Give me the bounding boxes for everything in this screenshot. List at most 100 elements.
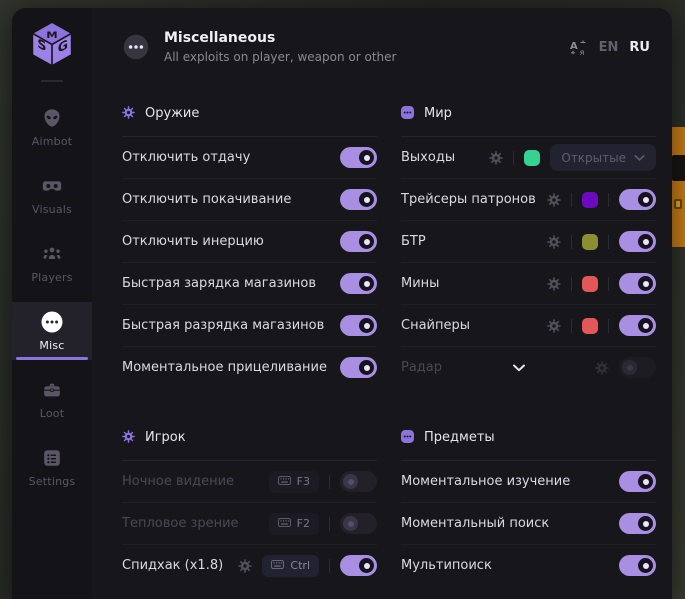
row-controls: [340, 273, 377, 294]
column-left: Оружие Отключить отдачу Отключить покачива…: [122, 88, 377, 599]
control-divider: [571, 235, 572, 249]
alien-icon: [41, 106, 63, 130]
dropdown-select[interactable]: Открытые: [550, 144, 656, 171]
section-world: МирВыходыОткрытыеТрейсеры патроновБТРМин…: [401, 88, 656, 388]
toggle[interactable]: [619, 231, 656, 252]
setting-row: Быстрая зарядка магазинов: [122, 262, 377, 304]
section-weapon: Оружие Отключить отдачу Отключить покачива…: [122, 88, 377, 388]
toggle[interactable]: [619, 357, 656, 378]
toggle[interactable]: [340, 357, 377, 378]
toggle[interactable]: [619, 315, 656, 336]
setting-label: Мультипоиск: [401, 558, 492, 573]
setting-label: Отключить покачивание: [122, 192, 291, 207]
toggle[interactable]: [619, 189, 656, 210]
toggle[interactable]: [340, 231, 377, 252]
toggle-knob: [638, 558, 653, 573]
sidebar-item-misc[interactable]: Misc: [12, 302, 92, 360]
gear-icon[interactable]: [547, 235, 561, 249]
setting-label: Трейсеры патронов: [401, 192, 536, 207]
section-header: Мир: [401, 88, 656, 124]
keyboard-icon: [278, 517, 291, 530]
color-swatch[interactable]: [582, 192, 598, 208]
setting-label: Радар: [401, 360, 442, 375]
color-swatch[interactable]: [524, 150, 540, 166]
control-divider: [571, 193, 572, 207]
background-game-banner: [672, 127, 685, 247]
sidebar-item-aimbot[interactable]: Aimbot: [12, 98, 92, 156]
gear-icon: [122, 428, 135, 447]
background-banner-glyph: [674, 199, 682, 209]
setting-row: Мультипоиск: [401, 544, 656, 586]
gear-icon[interactable]: [238, 559, 252, 573]
toggle[interactable]: [340, 513, 377, 534]
keybind-badge[interactable]: F2: [269, 513, 319, 535]
row-controls: Ctrl: [238, 555, 377, 577]
toggle[interactable]: [619, 471, 656, 492]
toggle-knob: [359, 360, 374, 375]
toggle[interactable]: [619, 273, 656, 294]
cheat-menu-window: M S G AimbotVisualsPlayersMiscLootSettin…: [12, 8, 672, 599]
control-divider: [608, 277, 609, 291]
translate-icon[interactable]: Aя: [569, 39, 588, 56]
toggle[interactable]: [340, 189, 377, 210]
setting-row: Быстрая разрядка магазинов: [122, 304, 377, 346]
control-divider: [571, 277, 572, 291]
setting-row: Моментальное изучение: [401, 461, 656, 502]
setting-row: БТР: [401, 220, 656, 262]
keybind-badge[interactable]: Ctrl: [262, 555, 319, 577]
setting-label: Моментальное изучение: [401, 474, 570, 489]
gear-icon[interactable]: [547, 319, 561, 333]
toggle-knob: [343, 474, 358, 489]
svg-text:я: я: [579, 48, 584, 56]
sidebar-divider: [41, 80, 63, 82]
sidebar-item-settings[interactable]: Settings: [12, 438, 92, 496]
sidebar-item-players[interactable]: Players: [12, 234, 92, 292]
briefcase-icon: [41, 378, 63, 402]
setting-label: Выходы: [401, 150, 455, 165]
setting-row: Отключить отдачу: [122, 137, 377, 178]
section-header: Предметы: [401, 412, 656, 448]
row-controls: [547, 231, 656, 252]
setting-row: Моментальный поиск: [401, 502, 656, 544]
toggle[interactable]: [619, 513, 656, 534]
toggle-knob: [638, 276, 653, 291]
toggle[interactable]: [340, 273, 377, 294]
sidebar-nav: Aimbot Visuals Players Misc Loot Settings: [12, 98, 92, 506]
sidebar-item-loot[interactable]: Loot: [12, 370, 92, 428]
section-title: Мир: [424, 106, 452, 121]
toggle[interactable]: [340, 471, 377, 492]
keybind-badge[interactable]: F3: [269, 471, 319, 493]
toggle-knob: [343, 516, 358, 531]
gear-icon[interactable]: [489, 151, 503, 165]
gear-icon[interactable]: [547, 193, 561, 207]
language-option-ru[interactable]: RU: [629, 40, 650, 55]
keybind-label: F3: [297, 475, 310, 488]
setting-label: Тепловое зрение: [122, 516, 239, 531]
section-header: Оружие: [122, 88, 377, 124]
column-right: МирВыходыОткрытыеТрейсеры патроновБТРМин…: [401, 88, 656, 599]
toggle-knob: [359, 234, 374, 249]
toggle[interactable]: [340, 147, 377, 168]
control-divider: [608, 235, 609, 249]
row-controls: [547, 189, 656, 210]
color-swatch[interactable]: [582, 276, 598, 292]
toggle[interactable]: [619, 555, 656, 576]
setting-row: Отключить покачивание: [122, 178, 377, 220]
color-swatch[interactable]: [582, 234, 598, 250]
vr-goggles-icon: [41, 174, 63, 198]
toggle[interactable]: [340, 315, 377, 336]
dropdown-value: Открытые: [561, 151, 626, 165]
language-option-en[interactable]: EN: [599, 40, 619, 55]
toggle[interactable]: [340, 555, 377, 576]
section-items: Предметы Моментальное изучение Моментальны…: [401, 412, 656, 586]
color-swatch[interactable]: [582, 318, 598, 334]
gear-icon[interactable]: [547, 277, 561, 291]
section-rows: Ночное видениеF3Тепловое зрениеF2Спидхак…: [122, 461, 377, 586]
toggle-knob: [359, 192, 374, 207]
sidebar-item-visuals[interactable]: Visuals: [12, 166, 92, 224]
setting-row: Спидхак (x1.8)Ctrl: [122, 544, 377, 586]
gear-icon[interactable]: [595, 361, 609, 375]
setting-row: Выходы Открытые: [401, 137, 656, 178]
chevron-down-icon[interactable]: [512, 364, 526, 372]
toggle-knob: [638, 474, 653, 489]
